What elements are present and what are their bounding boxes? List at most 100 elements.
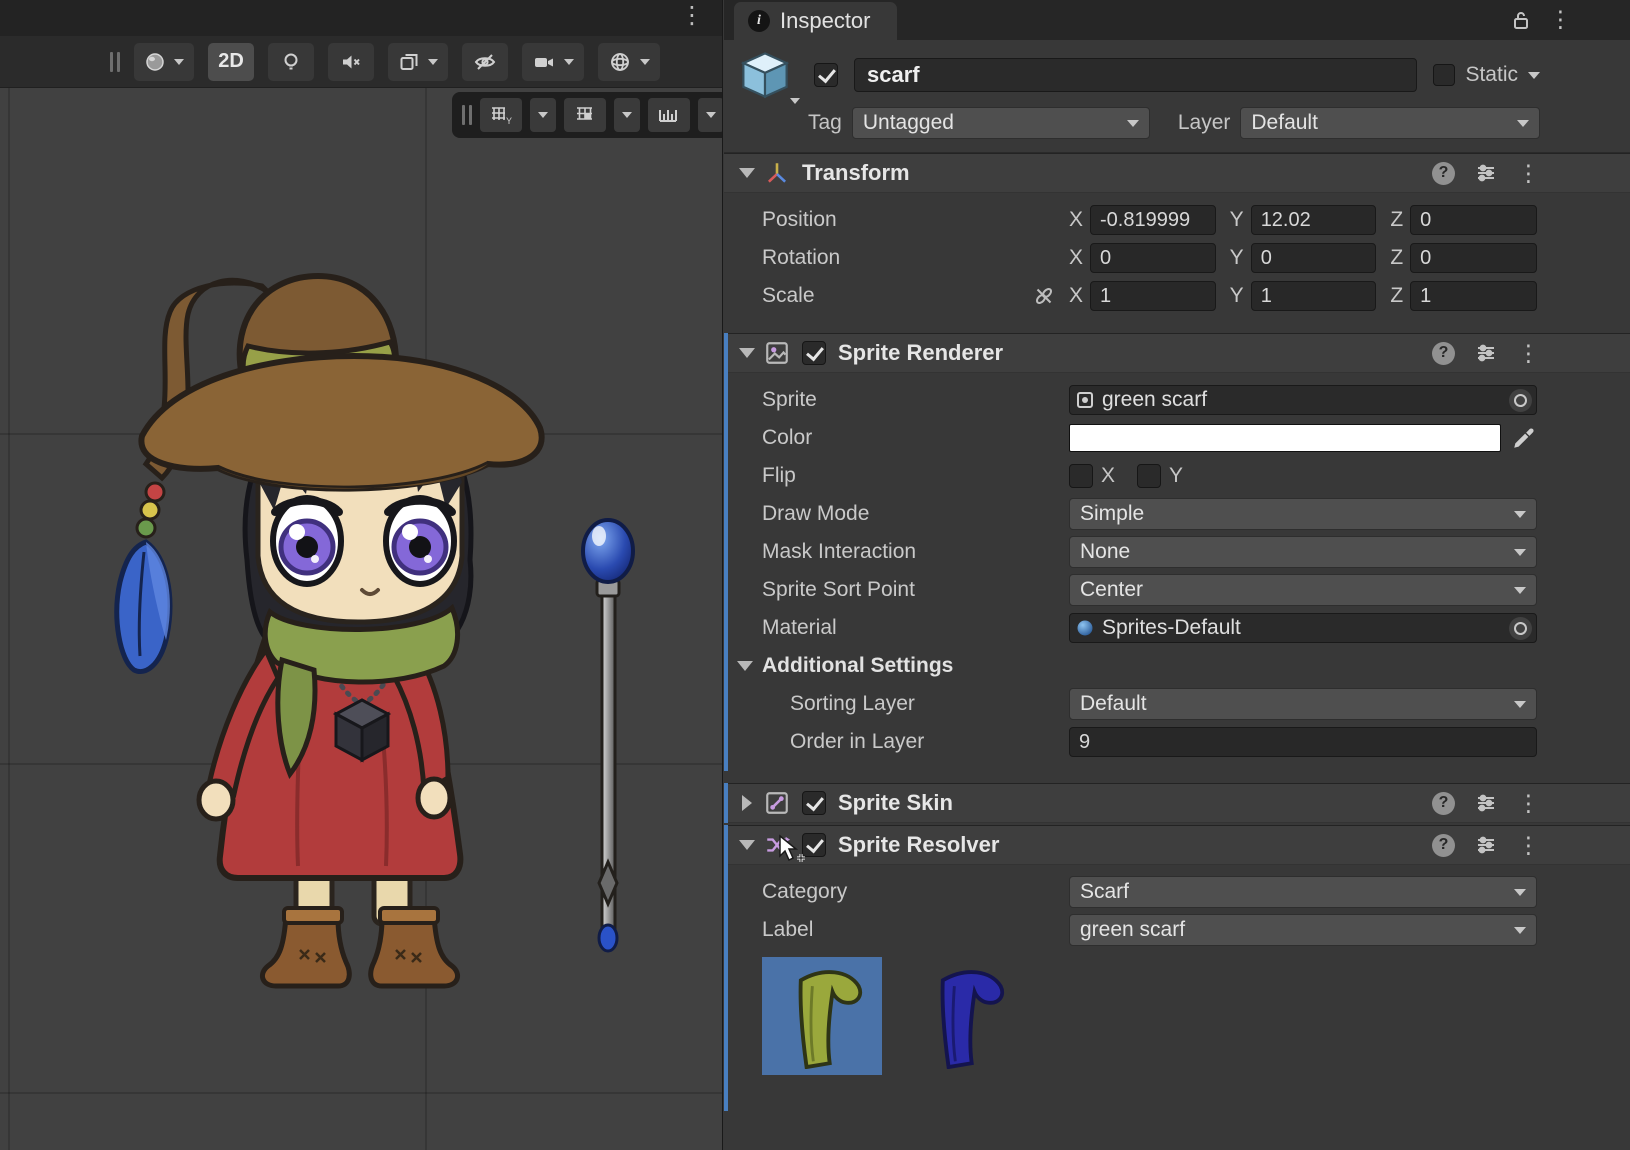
gameobject-icon-button[interactable]	[738, 48, 792, 102]
presets-icon[interactable]	[1475, 162, 1497, 184]
presets-icon[interactable]	[1475, 834, 1497, 856]
scene-audio-button[interactable]	[328, 43, 374, 81]
transform-header[interactable]: Transform ? ⋮	[724, 153, 1630, 193]
scale-x-field[interactable]: 1	[1090, 281, 1216, 311]
grid-axis-icon: Y	[489, 104, 513, 126]
help-icon[interactable]: ?	[1432, 834, 1455, 857]
foldout-open-icon[interactable]	[739, 168, 755, 178]
layer-value: Default	[1251, 111, 1318, 135]
foldout-open-icon[interactable]	[739, 348, 755, 358]
sprite-object-field[interactable]: green scarf	[1069, 385, 1537, 415]
grid-snap-button[interactable]	[564, 98, 606, 132]
additional-settings-row[interactable]: Additional Settings	[724, 647, 1630, 685]
scene-effects-button[interactable]	[388, 43, 448, 81]
gameobject-name-field[interactable]: scarf	[854, 58, 1417, 92]
layer-label: Layer	[1178, 111, 1231, 135]
scene-canvas[interactable]	[0, 0, 723, 1150]
object-picker-icon[interactable]	[1509, 617, 1532, 640]
sort-point-row: Sprite Sort Point Center	[724, 571, 1630, 609]
position-y-field[interactable]: 12.02	[1251, 205, 1377, 235]
scale-y-field[interactable]: 1	[1251, 281, 1377, 311]
chevron-down-icon	[1127, 120, 1139, 127]
color-swatch[interactable]	[1069, 424, 1501, 452]
scene-menu-icon[interactable]: ⋮	[680, 4, 704, 28]
position-x-field[interactable]: -0.819999	[1090, 205, 1216, 235]
scene-gizmos-button[interactable]	[598, 43, 660, 81]
object-picker-icon[interactable]	[1509, 389, 1532, 412]
sorting-layer-dropdown[interactable]: Default	[1069, 688, 1537, 720]
rotation-x-field[interactable]: 0	[1090, 243, 1216, 273]
component-menu-icon[interactable]: ⋮	[1517, 792, 1540, 815]
link-constraint-icon[interactable]	[1033, 285, 1055, 307]
sorting-layer-label: Sorting Layer	[762, 692, 1069, 716]
help-icon[interactable]: ?	[1432, 162, 1455, 185]
presets-icon[interactable]	[1475, 792, 1497, 814]
component-menu-icon[interactable]: ⋮	[1517, 834, 1540, 857]
component-menu-icon[interactable]: ⋮	[1517, 342, 1540, 365]
scene-camera-button[interactable]	[522, 43, 584, 81]
position-z-field[interactable]: 0	[1410, 205, 1537, 235]
label-dropdown[interactable]: green scarf	[1069, 914, 1537, 946]
sprite-row: Sprite green scarf	[724, 381, 1630, 419]
help-icon[interactable]: ?	[1432, 342, 1455, 365]
category-dropdown[interactable]: Scarf	[1069, 876, 1537, 908]
shading-mode-button[interactable]	[134, 43, 194, 81]
toolbar-drag-handle[interactable]	[110, 52, 120, 72]
lock-icon[interactable]	[1511, 9, 1531, 31]
scale-z-field[interactable]: 1	[1410, 281, 1537, 311]
axis-y-label: Y	[1230, 208, 1244, 232]
sort-point-dropdown[interactable]: Center	[1069, 574, 1537, 606]
scene-lighting-button[interactable]	[268, 43, 314, 81]
foldout-open-icon[interactable]	[739, 840, 755, 850]
grid-snap-dropdown[interactable]	[614, 98, 640, 132]
scene-view[interactable]: ⋮ 2D Y	[0, 0, 723, 1150]
chevron-down-icon	[706, 112, 716, 118]
help-icon[interactable]: ?	[1432, 792, 1455, 815]
sprite-thumbnail-blue-scarf[interactable]	[904, 957, 1024, 1075]
snap-increment-dropdown[interactable]	[698, 98, 723, 132]
sprite-renderer-enabled-checkbox[interactable]	[802, 341, 826, 365]
sprite-skin-header[interactable]: Sprite Skin ? ⋮	[724, 783, 1630, 823]
staff-sprite[interactable]	[583, 520, 633, 951]
inspector-menu-icon[interactable]: ⋮	[1549, 8, 1572, 31]
sprite-skin-enabled-checkbox[interactable]	[802, 791, 826, 815]
character-sprite[interactable]	[117, 276, 542, 986]
order-in-layer-field[interactable]: 9	[1069, 727, 1537, 757]
sprite-resolver-header[interactable]: Sprite Resolver ? ⋮	[724, 825, 1630, 865]
sprite-skin-icon	[764, 790, 790, 816]
grid-axis-dropdown[interactable]	[530, 98, 556, 132]
scene-toolbar: 2D	[0, 36, 722, 88]
2d-mode-button[interactable]: 2D	[208, 43, 254, 81]
sprite-thumbnail-green-scarf[interactable]	[762, 957, 882, 1075]
flip-y-checkbox[interactable]	[1137, 464, 1161, 488]
flip-row: Flip X Y	[724, 457, 1630, 495]
snap-increment-button[interactable]	[648, 98, 690, 132]
material-object-field[interactable]: Sprites-Default	[1069, 613, 1537, 643]
presets-icon[interactable]	[1475, 342, 1497, 364]
draw-mode-dropdown[interactable]: Simple	[1069, 498, 1537, 530]
tab-inspector[interactable]: i Inspector	[734, 2, 897, 40]
static-checkbox[interactable]	[1433, 64, 1455, 86]
mask-interaction-dropdown[interactable]: None	[1069, 536, 1537, 568]
ruler-icon	[657, 104, 681, 126]
tag-dropdown[interactable]: Untagged	[852, 107, 1150, 139]
gameobject-active-checkbox[interactable]	[814, 63, 838, 87]
scene-visibility-button[interactable]	[462, 43, 508, 81]
static-dropdown-icon[interactable]	[1528, 72, 1540, 79]
grid-toolbar-drag-handle[interactable]	[462, 105, 472, 125]
foldout-open-icon[interactable]	[737, 661, 753, 671]
rotation-z-field[interactable]: 0	[1410, 243, 1537, 273]
rotation-y-field[interactable]: 0	[1251, 243, 1377, 273]
scale-row: Scale X1 Y1 Z1	[724, 277, 1630, 315]
grid-axis-button[interactable]: Y	[480, 98, 522, 132]
component-menu-icon[interactable]: ⋮	[1517, 162, 1540, 185]
layer-dropdown[interactable]: Default	[1240, 107, 1540, 139]
sprite-renderer-header[interactable]: Sprite Renderer ? ⋮	[724, 333, 1630, 373]
flip-x-checkbox[interactable]	[1069, 464, 1093, 488]
chevron-down-icon	[428, 59, 438, 65]
svg-text:Y: Y	[506, 116, 512, 126]
eyedropper-icon[interactable]	[1511, 425, 1537, 451]
axis-z-label: Z	[1390, 284, 1403, 308]
label-row: Label green scarf	[724, 911, 1630, 949]
foldout-closed-icon[interactable]	[742, 795, 752, 811]
